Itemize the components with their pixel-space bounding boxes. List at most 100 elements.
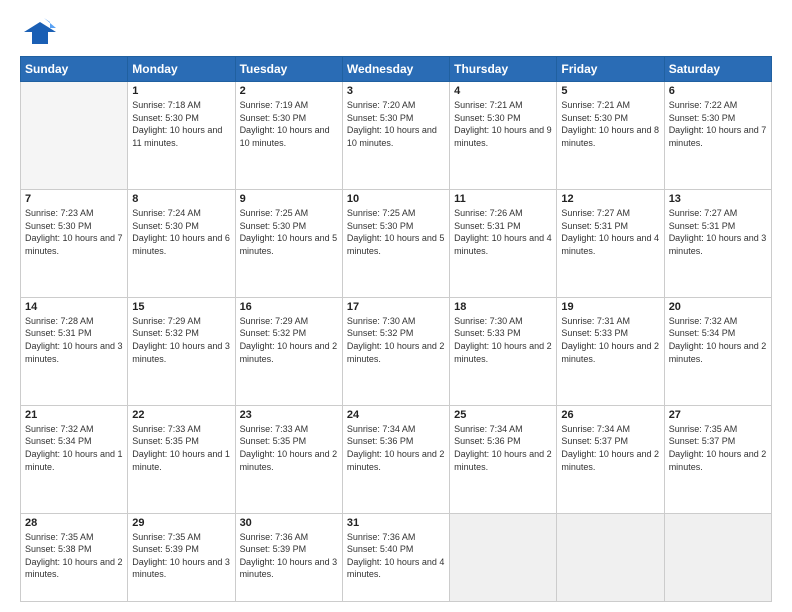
day-info: Sunrise: 7:21 AMSunset: 5:30 PMDaylight:… xyxy=(454,99,552,149)
day-info: Sunrise: 7:35 AMSunset: 5:37 PMDaylight:… xyxy=(669,423,767,473)
day-info: Sunrise: 7:29 AMSunset: 5:32 PMDaylight:… xyxy=(132,315,230,365)
day-info: Sunrise: 7:32 AMSunset: 5:34 PMDaylight:… xyxy=(25,423,123,473)
day-number: 27 xyxy=(669,409,767,421)
calendar-cell xyxy=(450,513,557,601)
calendar-cell: 29 Sunrise: 7:35 AMSunset: 5:39 PMDayligh… xyxy=(128,513,235,601)
day-number: 6 xyxy=(669,85,767,97)
day-number: 15 xyxy=(132,301,230,313)
day-number: 26 xyxy=(561,409,659,421)
calendar-cell: 18 Sunrise: 7:30 AMSunset: 5:33 PMDayligh… xyxy=(450,297,557,405)
day-info: Sunrise: 7:27 AMSunset: 5:31 PMDaylight:… xyxy=(561,207,659,257)
day-number: 8 xyxy=(132,193,230,205)
calendar-cell: 14Sunrise: 7:28 AMSunset: 5:31 PMDayligh… xyxy=(21,297,128,405)
weekday-header-thursday: Thursday xyxy=(450,57,557,82)
day-info: Sunrise: 7:34 AMSunset: 5:36 PMDaylight:… xyxy=(347,423,445,473)
day-info: Sunrise: 7:31 AMSunset: 5:33 PMDaylight:… xyxy=(561,315,659,365)
calendar-cell: 31 Sunrise: 7:36 AMSunset: 5:40 PMDayligh… xyxy=(342,513,449,601)
calendar-cell: 25Sunrise: 7:34 AMSunset: 5:36 PMDayligh… xyxy=(450,405,557,513)
weekday-header-saturday: Saturday xyxy=(664,57,771,82)
day-info: Sunrise: 7:19 AMSunset: 5:30 PMDaylight:… xyxy=(240,99,338,149)
calendar-cell: 28Sunrise: 7:35 AMSunset: 5:38 PMDayligh… xyxy=(21,513,128,601)
day-info: Sunrise: 7:33 AMSunset: 5:35 PMDaylight:… xyxy=(240,423,338,473)
day-info: Sunrise: 7:32 AMSunset: 5:34 PMDaylight:… xyxy=(669,315,767,365)
calendar-cell: 17 Sunrise: 7:30 AMSunset: 5:32 PMDayligh… xyxy=(342,297,449,405)
day-info: Sunrise: 7:36 AMSunset: 5:40 PMDaylight:… xyxy=(347,531,445,581)
weekday-header-tuesday: Tuesday xyxy=(235,57,342,82)
calendar-cell: 11 Sunrise: 7:26 AMSunset: 5:31 PMDayligh… xyxy=(450,189,557,297)
day-info: Sunrise: 7:26 AMSunset: 5:31 PMDaylight:… xyxy=(454,207,552,257)
day-number: 18 xyxy=(454,301,552,313)
day-info: Sunrise: 7:30 AMSunset: 5:33 PMDaylight:… xyxy=(454,315,552,365)
calendar-cell: 6 Sunrise: 7:22 AMSunset: 5:30 PMDaylight… xyxy=(664,82,771,190)
day-info: Sunrise: 7:34 AMSunset: 5:36 PMDaylight:… xyxy=(454,423,552,473)
day-info: Sunrise: 7:30 AMSunset: 5:32 PMDaylight:… xyxy=(347,315,445,365)
day-number: 13 xyxy=(669,193,767,205)
day-number: 9 xyxy=(240,193,338,205)
day-info: Sunrise: 7:22 AMSunset: 5:30 PMDaylight:… xyxy=(669,99,767,149)
day-number: 16 xyxy=(240,301,338,313)
calendar-cell: 12 Sunrise: 7:27 AMSunset: 5:31 PMDayligh… xyxy=(557,189,664,297)
day-info: Sunrise: 7:29 AMSunset: 5:32 PMDaylight:… xyxy=(240,315,338,365)
weekday-header-row: SundayMondayTuesdayWednesdayThursdayFrid… xyxy=(21,57,772,82)
day-info: Sunrise: 7:23 AMSunset: 5:30 PMDaylight:… xyxy=(25,207,123,257)
day-info: Sunrise: 7:36 AMSunset: 5:39 PMDaylight:… xyxy=(240,531,338,581)
weekday-header-sunday: Sunday xyxy=(21,57,128,82)
calendar-cell: 9 Sunrise: 7:25 AMSunset: 5:30 PMDaylight… xyxy=(235,189,342,297)
day-number: 7 xyxy=(25,193,123,205)
day-number: 31 xyxy=(347,517,445,529)
calendar-cell: 24 Sunrise: 7:34 AMSunset: 5:36 PMDayligh… xyxy=(342,405,449,513)
day-number: 24 xyxy=(347,409,445,421)
logo xyxy=(20,18,60,48)
day-number: 29 xyxy=(132,517,230,529)
day-info: Sunrise: 7:21 AMSunset: 5:30 PMDaylight:… xyxy=(561,99,659,149)
week-row-4: 21 Sunrise: 7:32 AMSunset: 5:34 PMDayligh… xyxy=(21,405,772,513)
day-number: 19 xyxy=(561,301,659,313)
calendar-cell: 3 Sunrise: 7:20 AMSunset: 5:30 PMDaylight… xyxy=(342,82,449,190)
calendar-cell xyxy=(21,82,128,190)
calendar-cell: 27 Sunrise: 7:35 AMSunset: 5:37 PMDayligh… xyxy=(664,405,771,513)
header xyxy=(20,18,772,48)
calendar-cell: 4 Sunrise: 7:21 AMSunset: 5:30 PMDaylight… xyxy=(450,82,557,190)
day-number: 2 xyxy=(240,85,338,97)
day-number: 12 xyxy=(561,193,659,205)
day-number: 4 xyxy=(454,85,552,97)
weekday-header-wednesday: Wednesday xyxy=(342,57,449,82)
day-info: Sunrise: 7:24 AMSunset: 5:30 PMDaylight:… xyxy=(132,207,230,257)
day-number: 22 xyxy=(132,409,230,421)
week-row-3: 14Sunrise: 7:28 AMSunset: 5:31 PMDayligh… xyxy=(21,297,772,405)
logo-icon xyxy=(20,18,56,48)
day-info: Sunrise: 7:25 AMSunset: 5:30 PMDaylight:… xyxy=(347,207,445,257)
calendar-cell: 1Sunrise: 7:18 AMSunset: 5:30 PMDaylight… xyxy=(128,82,235,190)
day-info: Sunrise: 7:20 AMSunset: 5:30 PMDaylight:… xyxy=(347,99,445,149)
day-info: Sunrise: 7:18 AMSunset: 5:30 PMDaylight:… xyxy=(132,99,230,149)
week-row-2: 7 Sunrise: 7:23 AMSunset: 5:30 PMDaylight… xyxy=(21,189,772,297)
calendar-cell xyxy=(557,513,664,601)
day-info: Sunrise: 7:33 AMSunset: 5:35 PMDaylight:… xyxy=(132,423,230,473)
calendar-cell: 19 Sunrise: 7:31 AMSunset: 5:33 PMDayligh… xyxy=(557,297,664,405)
day-number: 23 xyxy=(240,409,338,421)
calendar-cell: 15 Sunrise: 7:29 AMSunset: 5:32 PMDayligh… xyxy=(128,297,235,405)
calendar-cell: 21 Sunrise: 7:32 AMSunset: 5:34 PMDayligh… xyxy=(21,405,128,513)
calendar-cell: 22 Sunrise: 7:33 AMSunset: 5:35 PMDayligh… xyxy=(128,405,235,513)
day-info: Sunrise: 7:35 AMSunset: 5:38 PMDaylight:… xyxy=(25,531,123,581)
weekday-header-monday: Monday xyxy=(128,57,235,82)
day-info: Sunrise: 7:25 AMSunset: 5:30 PMDaylight:… xyxy=(240,207,338,257)
calendar-cell xyxy=(664,513,771,601)
day-number: 11 xyxy=(454,193,552,205)
calendar-cell: 2 Sunrise: 7:19 AMSunset: 5:30 PMDaylight… xyxy=(235,82,342,190)
calendar-table: SundayMondayTuesdayWednesdayThursdayFrid… xyxy=(20,56,772,602)
day-number: 10 xyxy=(347,193,445,205)
day-info: Sunrise: 7:28 AMSunset: 5:31 PMDaylight:… xyxy=(25,315,123,365)
day-number: 17 xyxy=(347,301,445,313)
calendar-cell: 20Sunrise: 7:32 AMSunset: 5:34 PMDayligh… xyxy=(664,297,771,405)
calendar-cell: 16 Sunrise: 7:29 AMSunset: 5:32 PMDayligh… xyxy=(235,297,342,405)
calendar-cell: 13Sunrise: 7:27 AMSunset: 5:31 PMDayligh… xyxy=(664,189,771,297)
day-number: 3 xyxy=(347,85,445,97)
weekday-header-friday: Friday xyxy=(557,57,664,82)
day-info: Sunrise: 7:35 AMSunset: 5:39 PMDaylight:… xyxy=(132,531,230,581)
calendar-cell: 10 Sunrise: 7:25 AMSunset: 5:30 PMDayligh… xyxy=(342,189,449,297)
week-row-1: 1Sunrise: 7:18 AMSunset: 5:30 PMDaylight… xyxy=(21,82,772,190)
day-number: 21 xyxy=(25,409,123,421)
calendar-cell: 30Sunrise: 7:36 AMSunset: 5:39 PMDayligh… xyxy=(235,513,342,601)
calendar-cell: 7 Sunrise: 7:23 AMSunset: 5:30 PMDaylight… xyxy=(21,189,128,297)
